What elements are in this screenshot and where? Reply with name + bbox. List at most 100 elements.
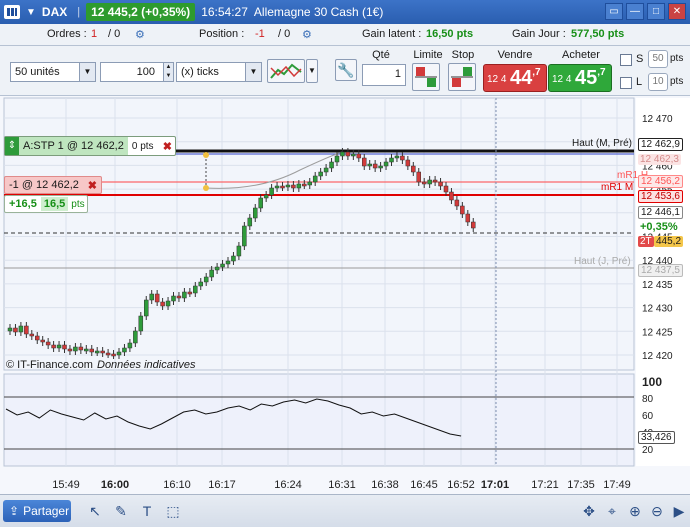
pan-right-icon[interactable]: ▶ [670,501,688,521]
ticks-select-value: (x) ticks [181,66,219,78]
buy-button[interactable]: 12 4 45,7 [548,64,612,92]
stop-order-button[interactable] [448,63,476,91]
close-position-icon[interactable]: ✖ [88,179,101,192]
limit-checkbox[interactable] [620,77,632,89]
candle-body [280,185,285,189]
candle-body [29,333,35,337]
zoom-in-icon[interactable]: ⊕ [626,501,644,521]
candle-body [411,165,416,173]
candle-body [116,351,122,356]
candle-body [242,225,247,247]
ticks-select[interactable]: (x) ticks ▼ [176,62,262,82]
candle-body [220,263,225,268]
stop-order-pts: 0 pts [131,140,154,152]
orders-count[interactable]: 1 [91,28,97,40]
candle-body [62,344,67,350]
position-box[interactable]: -1 @ 12 462,2 ✖ [4,176,102,194]
indicator-icon[interactable] [267,59,305,83]
maximize-button[interactable]: □ [647,3,665,20]
s-unit: pts [670,53,684,64]
candle-body [133,330,138,344]
daily-gain-label: Gain Jour : [512,28,566,40]
chevron-down-icon[interactable]: ▼ [306,59,318,83]
wrench-icon[interactable]: 🔧 [335,59,357,81]
s-label: S [636,53,644,65]
candle-body [187,291,193,295]
candle-body [176,295,182,299]
limit-order-button[interactable] [412,63,440,91]
candle-body [138,315,144,332]
time-tick-label: 16:45 [410,479,438,491]
drag-handle-icon[interactable]: ⇕ [5,137,19,155]
units-select[interactable]: 50 unités ▼ [10,62,96,82]
cancel-order-icon[interactable]: ✖ [163,140,175,153]
pan-icon[interactable]: ✥ [580,501,598,521]
candle-body [269,187,274,196]
time-tick-label: 16:38 [371,479,399,491]
close-button[interactable]: ✕ [668,3,686,20]
pnl-total: 16,5 [40,197,69,211]
chevron-down-icon[interactable]: ▼ [245,63,261,81]
candle-body [362,157,367,167]
text-icon[interactable]: T [138,501,156,521]
order-marker[interactable] [203,185,209,191]
candle-body [454,199,460,207]
candle-body [40,339,45,343]
haut-j-label: Haut (J, Pré) [574,256,631,267]
gear-icon[interactable]: ⚙ [135,28,145,41]
candle-body [307,181,312,186]
gear-icon[interactable]: ⚙ [302,28,312,41]
candle-body [345,151,351,157]
candle-body [105,352,111,356]
position-value[interactable]: -1 [255,28,265,40]
candle-body [405,159,411,167]
stop-checkbox[interactable] [620,54,632,66]
candle-body [154,293,160,303]
candle-body [73,346,78,352]
symbol-name[interactable]: DAX [42,5,67,19]
chart-area[interactable]: 12 47012 46512 46012 45512 45012 44512 4… [0,96,690,494]
l-value[interactable]: 10 [648,73,668,91]
indicator-tick-label: 60 [642,411,654,422]
chart-app-icon [4,5,20,19]
position-label: -1 @ 12 462,2 [9,179,79,191]
zoom-out-icon[interactable]: ⊖ [648,501,666,521]
title-bar: ▼ DAX | 12 445,2 (+0,35%) 16:54:27 Allem… [0,0,690,24]
candle-body [416,171,421,183]
pencil-icon[interactable]: ✎ [112,501,130,521]
order-qty-input[interactable]: 1 [362,64,406,86]
candle-body [35,335,40,341]
reset-zoom-icon[interactable]: ⌖ [603,501,621,521]
candle-body [45,341,51,346]
order-marker[interactable] [203,152,209,158]
time-tick-label: 16:10 [163,479,191,491]
orders-label: Ordres : [47,28,87,40]
candle-body [263,194,269,199]
buy-price-prefix: 12 4 [552,74,572,85]
buy-price-main: 45 [575,67,598,89]
candle-body [225,260,231,265]
stepper-icon[interactable]: ▲ ▼ [163,63,173,81]
last-price-badge: 445,2 [654,236,684,247]
share-button[interactable]: ⇪ Partager [3,500,71,522]
price-badge: 12 445,2 (+0,35%) [86,3,196,21]
stop-order-label: A:STP 1 @ 12 462,2 [19,137,128,155]
quantity-input[interactable]: 100 ▲ ▼ [100,62,174,82]
pnl-box: +16,5 16,5 pts [4,195,88,213]
sell-button[interactable]: 12 4 44,7 [483,64,547,92]
indicator-tick-label: 80 [642,394,654,405]
mr1m-value: 12 453,6 [638,190,683,203]
chevron-down-icon[interactable]: ▼ [26,7,36,18]
candle-body [122,347,127,353]
cursor-icon[interactable]: ↖ [86,501,104,521]
stop-order-box[interactable]: ⇕ A:STP 1 @ 12 462,2 0 pts ✖ [4,136,176,156]
restore-button[interactable]: ▭ [605,3,623,20]
clock-time: 16:54:27 [201,5,248,19]
chevron-down-icon[interactable]: ▼ [79,63,95,81]
s-value[interactable]: 50 [648,50,668,68]
time-tick-label: 17:01 [481,479,509,491]
candle-body [400,155,405,161]
minimize-button[interactable]: — [626,3,644,20]
limit-order-icon [415,67,437,87]
shapes-icon[interactable]: ⬚ [164,501,182,521]
